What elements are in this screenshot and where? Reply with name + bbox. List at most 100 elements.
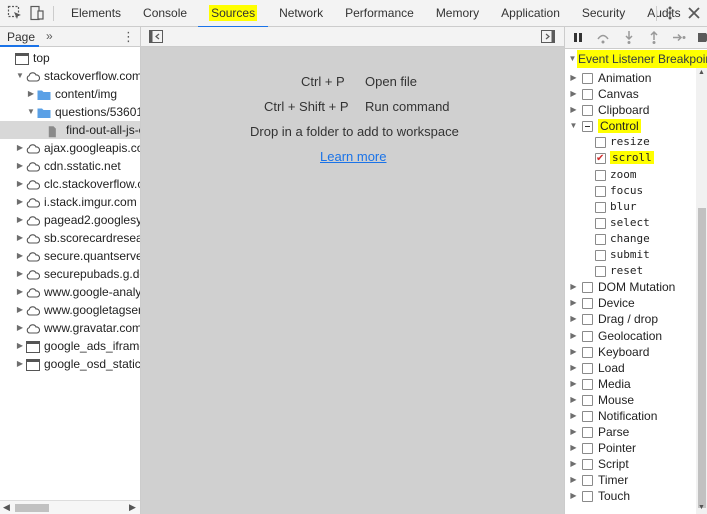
vertical-scrollbar[interactable]: ▲ ▼ [696,68,707,514]
breakpoint-checkbox[interactable] [582,410,593,422]
breakpoint-checkbox[interactable] [582,73,593,84]
breakpoint-checkbox[interactable] [595,266,606,278]
breakpoint-checkbox[interactable] [582,362,593,374]
collapsed-arrow-icon[interactable]: ▶ [569,344,578,360]
breakpoint-event-item[interactable]: reset [565,263,695,279]
breakpoint-category-item[interactable]: ▶ Drag / drop [565,311,695,327]
breakpoint-checkbox[interactable] [582,105,593,117]
breakpoint-checkbox[interactable] [582,89,593,101]
toggle-navigator-icon[interactable] [149,30,163,43]
breakpoint-category-item[interactable]: ▶ Animation [565,70,695,86]
breakpoint-category-item[interactable]: ▶ Parse [565,424,695,440]
deactivate-breakpoints-icon[interactable] [696,30,707,45]
collapsed-arrow-icon[interactable]: ▶ [569,360,578,376]
tree-item[interactable]: ▶ content/img [0,85,140,103]
collapsed-arrow-icon[interactable]: ▶ [26,85,36,103]
breakpoint-event-item[interactable]: zoom [565,167,695,183]
breakpoint-checkbox[interactable] [582,121,593,133]
collapsed-arrow-icon[interactable]: ▶ [15,157,25,175]
kebab-menu-icon[interactable] [662,5,678,21]
collapsed-arrow-icon[interactable]: ▶ [15,301,25,319]
tab-console[interactable]: Console [132,0,198,27]
breakpoint-category-item[interactable]: ▶ Timer [565,472,695,488]
breakpoint-category-item[interactable]: ▶ Canvas [565,86,695,102]
scrollbar-thumb[interactable] [698,208,706,508]
collapsed-arrow-icon[interactable]: ▶ [569,376,578,392]
tree-item[interactable]: ▶ cdn.sstatic.net [0,157,140,175]
breakpoint-category-item[interactable]: ▶ Clipboard [565,102,695,118]
breakpoint-event-item[interactable]: change [565,231,695,247]
close-icon[interactable] [686,5,702,21]
tab-application[interactable]: Application [490,0,571,27]
tree-item[interactable]: ▶ ajax.googleapis.com [0,139,140,157]
collapsed-arrow-icon[interactable]: ▶ [569,424,578,440]
tree-item[interactable]: ▼ questions/536014 [0,103,140,121]
inspect-element-icon[interactable] [7,5,23,21]
breakpoint-event-item[interactable]: scroll [565,150,695,167]
breakpoint-category-item[interactable]: ▶ Notification [565,408,695,424]
collapsed-arrow-icon[interactable]: ▶ [569,392,578,408]
breakpoint-category-item[interactable]: ▶ Device [565,295,695,311]
tree-item[interactable]: ▶ pagead2.googlesyndication.com [0,211,140,229]
scroll-down-icon[interactable]: ▼ [698,504,705,511]
breakpoint-category-item[interactable]: ▶ Mouse [565,392,695,408]
breakpoint-checkbox[interactable] [582,459,593,471]
tab-memory[interactable]: Memory [425,0,490,27]
device-toolbar-icon[interactable] [29,5,45,21]
tree-item[interactable]: ▶ google_ads_iframe_/ [0,337,140,355]
pause-icon[interactable] [571,30,585,45]
breakpoint-category-item[interactable]: ▶ Load [565,360,695,376]
breakpoint-category-item[interactable]: ▶ Keyboard [565,344,695,360]
breakpoint-checkbox[interactable] [582,394,593,406]
tree-item[interactable]: ▶ clc.stackoverflow.com [0,175,140,193]
breakpoint-category-item[interactable]: ▶ Geolocation [565,328,695,344]
breakpoint-checkbox[interactable] [582,475,593,487]
breakpoint-checkbox[interactable] [582,298,593,310]
tree-item[interactable]: find-out-all-js-e [0,121,140,139]
breakpoint-checkbox[interactable] [595,217,606,229]
breakpoint-checkbox[interactable] [582,346,593,358]
breakpoint-event-item[interactable]: resize [565,134,695,150]
scroll-up-icon[interactable]: ▲ [698,69,705,76]
tab-performance[interactable]: Performance [334,0,425,27]
breakpoint-category-item[interactable]: ▶ Pointer [565,440,695,456]
tab-sources[interactable]: Sources [198,0,269,28]
tree-item[interactable]: ▼ stackoverflow.com [0,67,140,85]
breakpoint-checkbox[interactable] [595,137,606,149]
breakpoint-checkbox[interactable] [595,169,606,181]
collapsed-arrow-icon[interactable]: ▶ [569,440,578,456]
collapsed-arrow-icon[interactable]: ▶ [15,319,25,337]
breakpoint-checkbox[interactable] [582,330,593,342]
collapsed-arrow-icon[interactable]: ▶ [15,193,25,211]
collapsed-arrow-icon[interactable]: ▶ [569,488,578,504]
scrollbar-thumb[interactable] [15,504,49,512]
breakpoint-category-item[interactable]: ▶ Touch [565,488,695,504]
collapsed-arrow-icon[interactable]: ▶ [15,175,25,193]
breakpoint-checkbox[interactable] [582,314,593,326]
collapsed-arrow-icon[interactable]: ▶ [15,229,25,247]
tree-item[interactable]: ▶ secure.quantserve.com [0,247,140,265]
step-into-icon[interactable] [622,30,636,45]
tree-item[interactable]: top [0,49,140,67]
tab-network[interactable]: Network [268,0,334,27]
tree-item[interactable]: ▶ www.google-analytics.com [0,283,140,301]
collapsed-arrow-icon[interactable]: ▶ [569,279,578,295]
event-listener-breakpoints-header[interactable]: ▼ Event Listener Breakpoints [565,50,707,68]
collapsed-arrow-icon[interactable]: ▶ [15,265,25,283]
breakpoint-checkbox[interactable] [582,443,593,455]
tree-item[interactable]: ▶ securepubads.g.doubleclick.net [0,265,140,283]
more-tabs-button[interactable]: » [46,29,53,43]
collapsed-arrow-icon[interactable]: ▶ [569,456,578,472]
scroll-left-icon[interactable]: ◀ [3,502,10,513]
tab-security[interactable]: Security [571,0,636,27]
collapsed-arrow-icon[interactable]: ▶ [15,247,25,265]
breakpoint-event-item[interactable]: blur [565,199,695,215]
kebab-menu-icon[interactable]: ⋮ [122,29,135,45]
breakpoint-checkbox[interactable] [595,201,606,213]
breakpoint-category-item[interactable]: ▶ DOM Mutation [565,279,695,295]
breakpoint-checkbox[interactable] [595,151,606,167]
collapsed-arrow-icon[interactable]: ▶ [15,337,25,355]
tree-item[interactable]: ▶ google_osd_static_fr [0,355,140,373]
breakpoint-checkbox[interactable] [582,491,593,503]
collapsed-arrow-icon[interactable]: ▶ [569,70,578,86]
